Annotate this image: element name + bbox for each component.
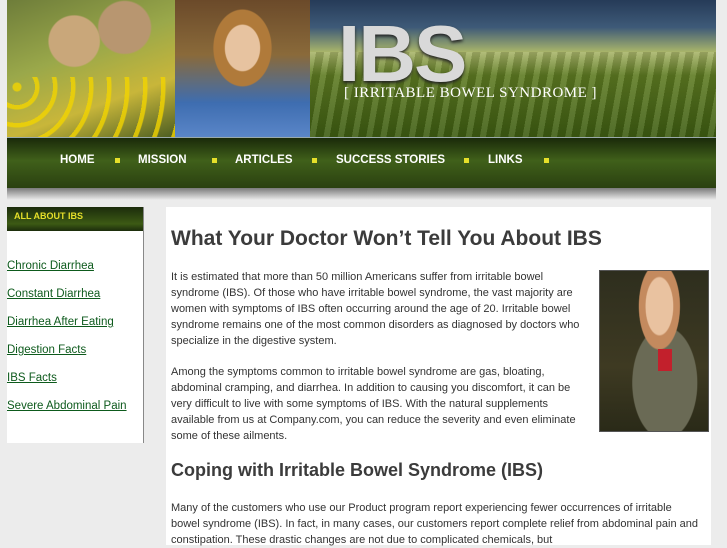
nav-links[interactable]: LINKS bbox=[488, 154, 523, 166]
flowers-decoration bbox=[7, 77, 175, 137]
sidebar-link-ibs-facts[interactable]: IBS Facts bbox=[7, 372, 57, 384]
main-nav: HOME MISSION ARTICLES SUCCESS STORIES LI… bbox=[7, 137, 716, 200]
article-paragraph: Many of the customers who use our Produc… bbox=[171, 502, 699, 546]
sidebar-link-chronic-diarrhea[interactable]: Chronic Diarrhea bbox=[7, 260, 94, 272]
article-subheading: Coping with Irritable Bowel Syndrome (IB… bbox=[171, 460, 544, 480]
sidebar-link-severe-abdominal-pain[interactable]: Severe Abdominal Pain bbox=[7, 400, 127, 412]
patient-photo bbox=[599, 270, 709, 432]
nav-shadow bbox=[7, 188, 716, 200]
shirt-detail bbox=[658, 349, 672, 371]
nav-separator-icon bbox=[464, 158, 469, 163]
nav-separator-icon bbox=[544, 158, 549, 163]
nav-separator-icon bbox=[212, 158, 217, 163]
nav-articles[interactable]: ARTICLES bbox=[235, 154, 293, 166]
sidebar-heading: ALL ABOUT IBS bbox=[7, 207, 143, 231]
article-title: What Your Doctor Won’t Tell You About IB… bbox=[171, 227, 602, 250]
nav-separator-icon bbox=[312, 158, 317, 163]
site-subtitle: [ IRRITABLE BOWEL SYNDROME ] bbox=[344, 85, 598, 101]
article-paragraph: Among the symptoms common to irritable b… bbox=[171, 366, 576, 442]
sidebar-link-diarrhea-after-eating[interactable]: Diarrhea After Eating bbox=[7, 316, 114, 328]
sidebar-link-digestion-facts[interactable]: Digestion Facts bbox=[7, 344, 86, 356]
sidebar: ALL ABOUT IBS Chronic Diarrhea Constant … bbox=[7, 207, 144, 443]
nav-success-stories[interactable]: SUCCESS STORIES bbox=[336, 154, 445, 166]
main-content: What Your Doctor Won’t Tell You About IB… bbox=[166, 207, 711, 546]
sidebar-link-constant-diarrhea[interactable]: Constant Diarrhea bbox=[7, 288, 100, 300]
woman-photo bbox=[175, 0, 310, 137]
nav-home[interactable]: HOME bbox=[60, 154, 95, 166]
nav-mission[interactable]: MISSION bbox=[138, 154, 187, 166]
couple-photo bbox=[7, 0, 175, 137]
article-paragraph: It is estimated that more than 50 millio… bbox=[171, 271, 580, 347]
nav-separator-icon bbox=[115, 158, 120, 163]
